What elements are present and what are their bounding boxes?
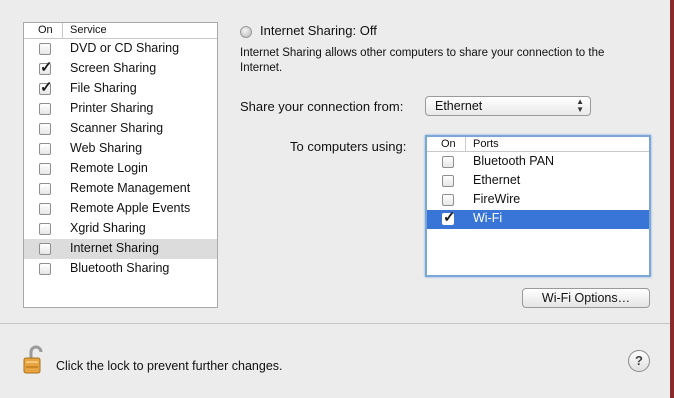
header-on[interactable]: On [441, 138, 456, 150]
service-label: DVD or CD Sharing [70, 41, 180, 55]
service-list-header: On Service [24, 23, 217, 39]
window-edge [670, 0, 674, 398]
header-divider [62, 23, 63, 38]
service-row[interactable]: ✓ File Sharing [24, 79, 217, 99]
service-checkbox[interactable]: ✓ [39, 59, 53, 76]
status-title: Internet Sharing: Off [260, 23, 377, 38]
service-checkbox[interactable] [39, 163, 51, 175]
service-checkbox[interactable] [39, 263, 51, 275]
service-label: Bluetooth Sharing [70, 261, 170, 275]
port-row[interactable]: Ethernet [427, 172, 649, 191]
select-arrows-icon: ▲ ▼ [576, 97, 584, 114]
port-row[interactable]: ✓ Wi-Fi [427, 209, 649, 229]
service-checkbox[interactable] [39, 223, 51, 235]
header-divider [465, 137, 466, 152]
footer-divider [0, 323, 670, 324]
description-text: Internet Sharing allows other computers … [240, 47, 605, 74]
service-row[interactable]: Remote Login [24, 159, 217, 179]
service-row[interactable]: Xgrid Sharing [24, 219, 217, 239]
port-row[interactable]: Bluetooth PAN [427, 153, 649, 172]
port-label: Wi-Fi [473, 211, 503, 225]
port-checkbox[interactable] [442, 156, 454, 168]
port-checkbox[interactable] [442, 175, 454, 187]
service-checkbox[interactable] [39, 123, 51, 135]
service-list[interactable]: On Service DVD or CD Sharing ✓ Screen Shar… [23, 22, 218, 308]
help-button[interactable]: ? [628, 350, 650, 372]
port-label: Ethernet [473, 173, 521, 187]
service-row[interactable]: Scanner Sharing [24, 119, 217, 139]
service-label: File Sharing [70, 81, 137, 95]
port-label: Bluetooth PAN [473, 154, 555, 168]
service-label: Web Sharing [70, 141, 143, 155]
service-label: Screen Sharing [70, 61, 157, 75]
port-checkbox[interactable]: ✓ [442, 209, 456, 226]
lock-open-icon[interactable] [23, 345, 45, 375]
service-row[interactable]: Printer Sharing [24, 99, 217, 119]
header-ports[interactable]: Ports [473, 138, 499, 150]
port-checkbox[interactable] [442, 194, 454, 206]
checkmark-icon: ✓ [40, 59, 53, 76]
service-checkbox[interactable]: ✓ [39, 79, 53, 96]
port-row[interactable]: FireWire [427, 191, 649, 210]
service-checkbox[interactable] [39, 203, 51, 215]
ports-list-header: On Ports [427, 137, 649, 152]
service-label: Remote Management [70, 181, 191, 195]
service-label: Internet Sharing [70, 241, 159, 255]
service-checkbox[interactable] [39, 103, 51, 115]
service-row[interactable]: Bluetooth Sharing [24, 259, 217, 279]
status-dot-icon [240, 26, 252, 38]
sharing-preferences-window: On Service DVD or CD Sharing ✓ Screen Shar… [0, 0, 670, 398]
service-label: Xgrid Sharing [70, 221, 146, 235]
service-row[interactable]: Internet Sharing [24, 239, 217, 259]
service-row[interactable]: ✓ Screen Sharing [24, 59, 217, 79]
share-from-select[interactable]: Ethernet ▲ ▼ [425, 96, 591, 116]
service-row[interactable]: Remote Apple Events [24, 199, 217, 219]
wifi-options-button[interactable]: Wi-Fi Options… [522, 288, 650, 308]
service-label: Scanner Sharing [70, 121, 164, 135]
service-checkbox[interactable] [39, 43, 51, 55]
header-service[interactable]: Service [70, 24, 107, 36]
header-on[interactable]: On [38, 24, 53, 36]
service-row[interactable]: Web Sharing [24, 139, 217, 159]
service-row[interactable]: DVD or CD Sharing [24, 39, 217, 59]
service-row[interactable]: Remote Management [24, 179, 217, 199]
port-label: FireWire [473, 192, 521, 206]
service-checkbox[interactable] [39, 243, 51, 255]
share-from-value: Ethernet [435, 99, 483, 113]
lock-text[interactable]: Click the lock to prevent further change… [56, 359, 283, 373]
checkmark-icon: ✓ [40, 79, 53, 96]
service-label: Remote Apple Events [70, 201, 191, 215]
service-label: Remote Login [70, 161, 148, 175]
ports-list[interactable]: On Ports Bluetooth PAN Ethernet FireWire ✓ W… [425, 135, 651, 277]
to-computers-label: To computers using: [290, 139, 407, 154]
service-checkbox[interactable] [39, 143, 51, 155]
service-checkbox[interactable] [39, 183, 51, 195]
checkmark-icon: ✓ [443, 209, 456, 226]
service-label: Printer Sharing [70, 101, 154, 115]
share-from-label: Share your connection from: [240, 99, 404, 114]
